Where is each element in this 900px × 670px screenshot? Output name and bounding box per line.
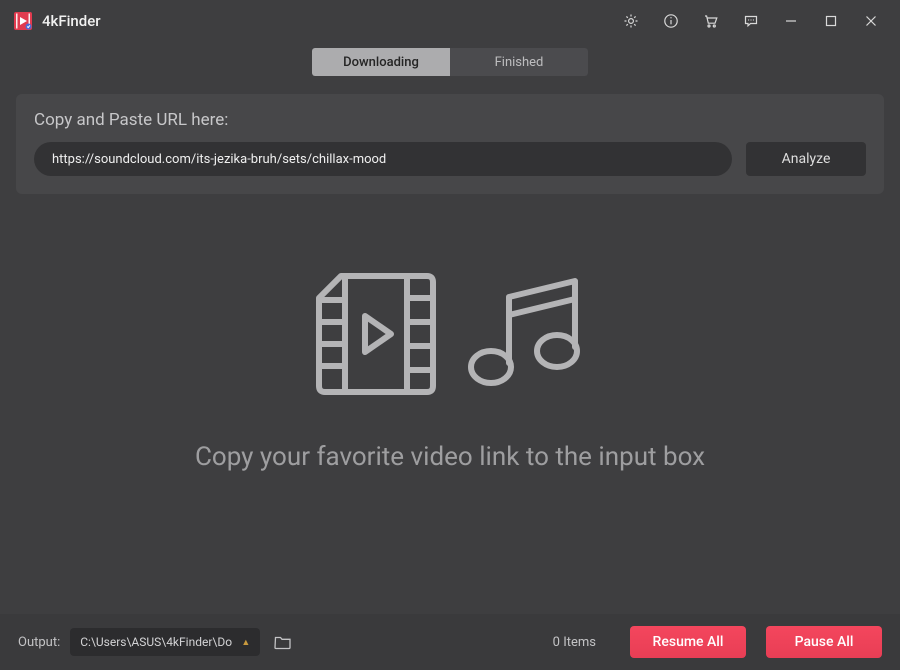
info-icon[interactable]	[656, 6, 686, 36]
analyze-button[interactable]: Analyze	[746, 142, 866, 176]
app-logo-icon	[14, 12, 32, 30]
music-note-icon	[465, 275, 585, 397]
output-label: Output:	[18, 635, 60, 650]
minimize-button[interactable]	[776, 6, 806, 36]
cart-icon[interactable]	[696, 6, 726, 36]
hero: Copy your favorite video link to the inp…	[0, 270, 900, 472]
titlebar: 4kFinder	[0, 0, 900, 42]
tab-downloading[interactable]: Downloading	[312, 48, 450, 76]
caret-up-icon: ▲	[241, 637, 250, 648]
pause-all-button[interactable]: Pause All	[766, 626, 882, 658]
feedback-icon[interactable]	[736, 6, 766, 36]
settings-icon[interactable]	[616, 6, 646, 36]
url-input[interactable]	[34, 142, 732, 176]
tabs: Downloading Finished	[0, 42, 900, 88]
output-path-text: C:\Users\ASUS\4kFinder\Do	[80, 635, 235, 649]
url-label: Copy and Paste URL here:	[34, 110, 866, 130]
tab-group: Downloading Finished	[312, 48, 588, 76]
tab-finished[interactable]: Finished	[450, 48, 588, 76]
items-count: 0 Items	[553, 635, 596, 650]
app-title: 4kFinder	[42, 12, 101, 30]
footer: Output: C:\Users\ASUS\4kFinder\Do ▲ 0 It…	[0, 614, 900, 670]
film-icon	[315, 270, 437, 402]
close-button[interactable]	[856, 6, 886, 36]
resume-all-button[interactable]: Resume All	[630, 626, 746, 658]
open-folder-button[interactable]	[270, 629, 296, 655]
hero-text: Copy your favorite video link to the inp…	[195, 442, 705, 472]
url-panel: Copy and Paste URL here: Analyze	[16, 94, 884, 194]
maximize-button[interactable]	[816, 6, 846, 36]
output-path-dropdown[interactable]: C:\Users\ASUS\4kFinder\Do ▲	[70, 628, 260, 656]
